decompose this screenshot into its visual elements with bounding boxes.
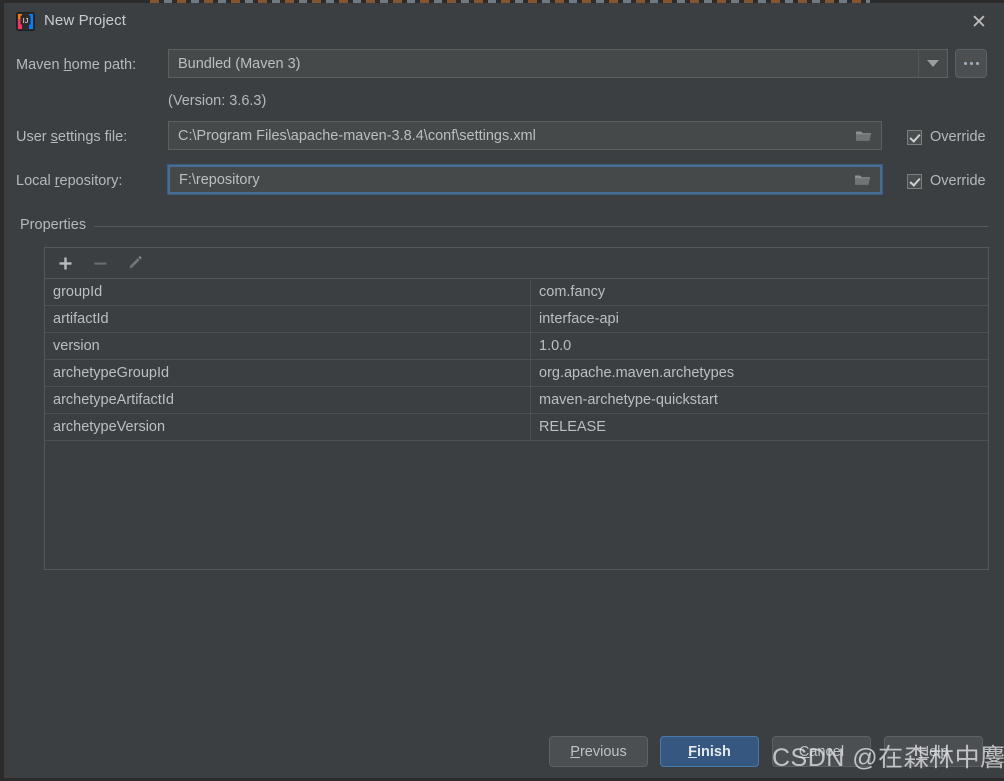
dialog-title: New Project (44, 12, 126, 29)
finish-button[interactable]: Finish (660, 736, 759, 767)
maven-home-path-label: Maven home path: (16, 57, 137, 73)
properties-table-toolbar (45, 248, 988, 279)
user-settings-file-input[interactable]: C:\Program Files\apache-maven-3.8.4\conf… (168, 121, 882, 150)
folder-icon[interactable] (855, 129, 872, 143)
table-row[interactable]: archetypeVersion RELEASE (45, 413, 988, 441)
checkbox-checked-icon[interactable] (907, 173, 922, 189)
properties-table-body: groupId com.fancy artifactId interface-a… (45, 279, 988, 441)
property-key[interactable]: archetypeGroupId (45, 359, 531, 387)
ellipsis-dot (963, 62, 967, 65)
properties-table-panel: groupId com.fancy artifactId interface-a… (44, 247, 989, 570)
property-key[interactable]: artifactId (45, 305, 531, 333)
dialog-titlebar: IJ New Project ✕ (4, 3, 1004, 41)
property-value[interactable]: maven-archetype-quickstart (530, 386, 988, 414)
local-repository-override-label: Override (930, 173, 986, 189)
help-button[interactable]: Help (884, 736, 983, 767)
pencil-icon (127, 255, 144, 272)
property-value[interactable]: RELEASE (530, 413, 988, 441)
close-icon[interactable]: ✕ (966, 9, 992, 35)
property-key[interactable]: groupId (45, 279, 531, 306)
cancel-button-label: Cancel (798, 743, 845, 760)
maven-home-path-dropdown-button[interactable] (918, 49, 948, 78)
intellij-idea-icon: IJ (16, 12, 35, 31)
finish-button-label: Finish (688, 743, 731, 760)
plus-icon[interactable] (57, 255, 74, 272)
local-repository-value: F:\repository (179, 171, 260, 188)
property-key[interactable]: archetypeArtifactId (45, 386, 531, 414)
maven-version-note: (Version: 3.6.3) (168, 93, 267, 109)
folder-icon[interactable] (854, 173, 871, 187)
maven-home-path-value: Bundled (Maven 3) (178, 55, 301, 72)
property-key[interactable]: version (45, 332, 531, 360)
user-settings-override-label: Override (930, 129, 986, 145)
property-value[interactable]: org.apache.maven.archetypes (530, 359, 988, 387)
user-settings-file-value: C:\Program Files\apache-maven-3.8.4\conf… (178, 127, 536, 144)
previous-button-label: Previous (570, 743, 627, 760)
chevron-down-icon (927, 60, 939, 67)
local-repository-override-checkbox[interactable]: Override (907, 173, 986, 189)
checkbox-checked-icon[interactable] (907, 129, 922, 145)
property-value[interactable]: 1.0.0 (530, 332, 988, 360)
user-settings-override-checkbox[interactable]: Override (907, 129, 986, 145)
previous-button[interactable]: Previous (549, 736, 648, 767)
local-repository-input[interactable]: F:\repository (167, 164, 883, 195)
svg-text:IJ: IJ (23, 18, 28, 25)
property-value[interactable]: interface-api (530, 305, 988, 333)
maven-home-path-browse-button[interactable] (955, 49, 987, 78)
properties-group-separator (20, 226, 988, 227)
property-key[interactable]: archetypeVersion (45, 413, 531, 441)
local-repository-label: Local repository: (16, 173, 123, 189)
table-row[interactable]: archetypeArtifactId maven-archetype-quic… (45, 386, 988, 414)
table-row[interactable]: groupId com.fancy (45, 279, 988, 306)
cancel-button[interactable]: Cancel (772, 736, 871, 767)
maven-home-path-combo[interactable]: Bundled (Maven 3) (168, 49, 922, 78)
table-row[interactable]: archetypeGroupId org.apache.maven.archet… (45, 359, 988, 387)
property-value[interactable]: com.fancy (530, 279, 988, 306)
help-button-label: Help (918, 743, 949, 760)
ellipsis-dot (969, 62, 973, 65)
table-row[interactable]: version 1.0.0 (45, 332, 988, 360)
properties-table: groupId com.fancy artifactId interface-a… (45, 279, 988, 441)
minus-icon (92, 255, 109, 272)
new-project-dialog: IJ New Project ✕ Maven home path: Bundle… (4, 3, 1004, 778)
user-settings-file-label: User settings file: (16, 129, 128, 145)
table-row[interactable]: artifactId interface-api (45, 305, 988, 333)
ellipsis-dot (975, 62, 979, 65)
properties-group-label: Properties (20, 217, 95, 233)
